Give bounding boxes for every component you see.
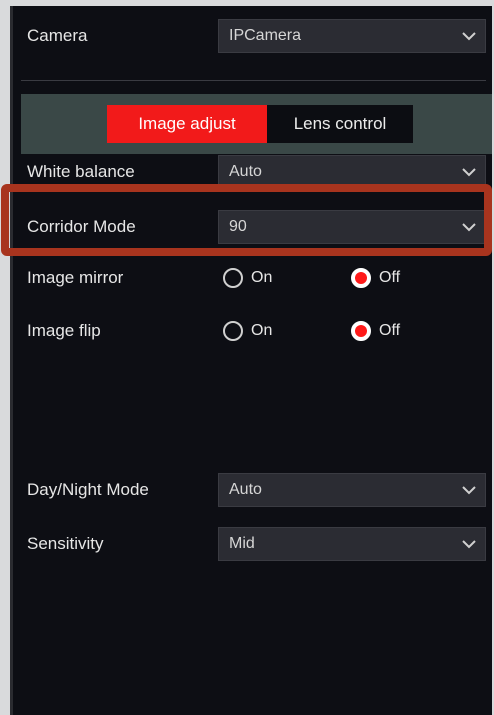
chevron-down-icon [462, 223, 476, 232]
camera-select-value: IPCamera [229, 27, 302, 44]
image-mirror-on-label: On [251, 269, 273, 286]
image-mirror-row: Image mirror On Off [13, 261, 492, 295]
corridor-mode-select[interactable]: 90 [218, 210, 486, 244]
corridor-mode-value: 90 [229, 218, 247, 235]
day-night-mode-label: Day/Night Mode [27, 480, 149, 499]
sensitivity-row: Sensitivity Mid [13, 527, 492, 561]
image-flip-on-radio[interactable]: On [223, 321, 272, 341]
camera-select[interactable]: IPCamera [218, 19, 486, 53]
image-flip-on-label: On [251, 322, 273, 339]
day-night-mode-row: Day/Night Mode Auto [13, 473, 492, 507]
day-night-mode-value: Auto [229, 481, 262, 498]
radio-unchecked-icon [223, 321, 243, 341]
radio-checked-icon [351, 268, 371, 288]
white-balance-select[interactable]: Auto [218, 155, 486, 189]
radio-unchecked-icon [223, 268, 243, 288]
corridor-mode-label: Corridor Mode [27, 217, 136, 236]
white-balance-row: White balance Auto [13, 155, 492, 189]
tab-lens-control[interactable]: Lens control [267, 105, 413, 143]
tab-bar: Image adjust Lens control [21, 94, 492, 154]
chevron-down-icon [462, 168, 476, 177]
divider [21, 80, 486, 81]
image-mirror-on-radio[interactable]: On [223, 268, 272, 288]
radio-checked-icon [351, 321, 371, 341]
camera-row: Camera IPCamera [13, 19, 492, 53]
camera-label: Camera [27, 26, 88, 45]
image-flip-row: Image flip On Off [13, 314, 492, 348]
chevron-down-icon [462, 486, 476, 495]
image-flip-off-label: Off [379, 322, 401, 339]
sensitivity-select[interactable]: Mid [218, 527, 486, 561]
white-balance-label: White balance [27, 162, 135, 181]
image-mirror-off-radio[interactable]: Off [351, 268, 400, 288]
tab-image-adjust[interactable]: Image adjust [107, 105, 267, 143]
image-mirror-label: Image mirror [27, 268, 124, 287]
day-night-mode-select[interactable]: Auto [218, 473, 486, 507]
white-balance-value: Auto [229, 163, 262, 180]
sensitivity-value: Mid [229, 535, 255, 552]
image-flip-label: Image flip [27, 321, 101, 340]
image-mirror-off-label: Off [379, 269, 401, 286]
chevron-down-icon [462, 540, 476, 549]
corridor-mode-row: Corridor Mode 90 [13, 210, 492, 244]
image-flip-off-radio[interactable]: Off [351, 321, 400, 341]
chevron-down-icon [462, 32, 476, 41]
sensitivity-label: Sensitivity [27, 534, 104, 553]
camera-settings-panel: Camera IPCamera Image adjust Lens contro… [10, 6, 492, 715]
